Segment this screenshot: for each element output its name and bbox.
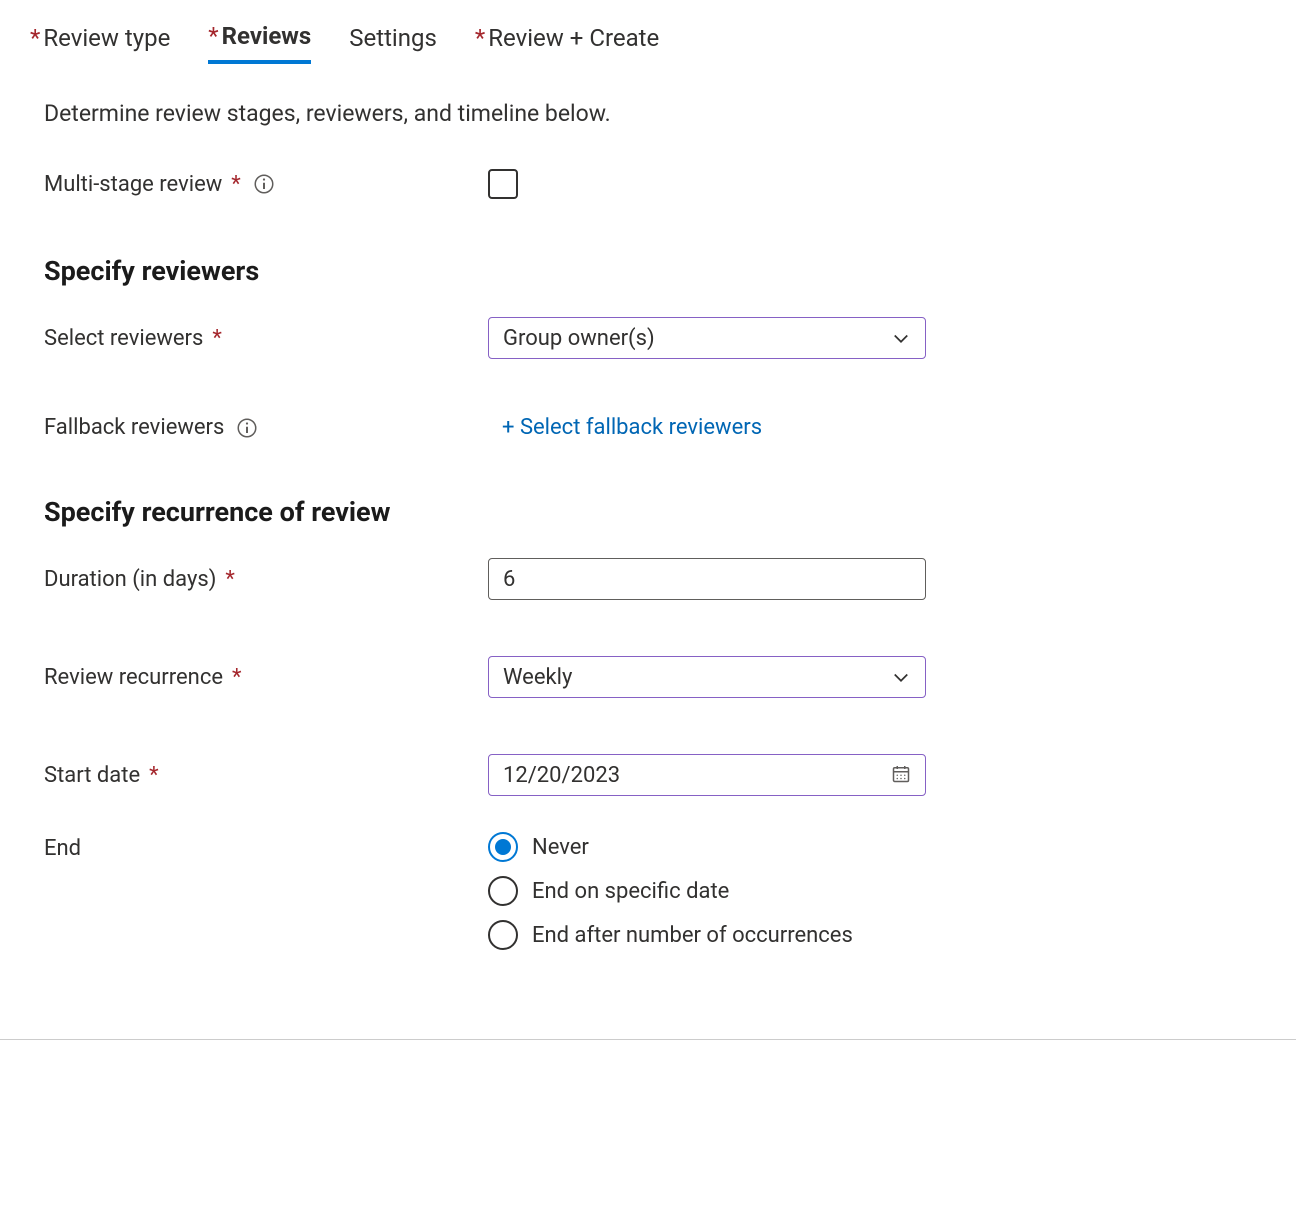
chevron-down-icon: [891, 667, 911, 687]
section-specify-recurrence: Specify recurrence of review: [44, 496, 1266, 528]
select-fallback-reviewers-link[interactable]: + Select fallback reviewers: [502, 415, 762, 440]
wizard-tabs: * Review type * Reviews Settings * Revie…: [30, 22, 1266, 64]
label-text: Select reviewers: [44, 326, 203, 351]
radio-button: [488, 920, 518, 950]
label-select-reviewers: Select reviewers *: [44, 326, 488, 351]
row-select-reviewers: Select reviewers * Group owner(s): [44, 317, 1266, 359]
select-value: Group owner(s): [503, 326, 655, 351]
wizard-panel: * Review type * Reviews Settings * Revie…: [0, 0, 1296, 1040]
label-duration: Duration (in days) *: [44, 567, 488, 592]
recurrence-dropdown[interactable]: Weekly: [488, 656, 926, 698]
tab-label: Review + Create: [488, 24, 659, 52]
label-fallback-reviewers: Fallback reviewers: [44, 415, 488, 440]
required-asterisk: *: [208, 22, 218, 50]
tab-settings[interactable]: Settings: [349, 22, 437, 64]
required-asterisk: *: [30, 24, 40, 52]
label-recurrence: Review recurrence *: [44, 665, 488, 690]
radio-label: End after number of occurrences: [532, 923, 853, 948]
required-asterisk: *: [231, 172, 240, 197]
label-multi-stage: Multi-stage review *: [44, 172, 488, 197]
radio-option-occurrences[interactable]: End after number of occurrences: [488, 920, 853, 950]
row-start-date: Start date * 12/20/2023: [44, 754, 1266, 796]
end-radio-group: Never End on specific date End after num…: [488, 832, 853, 950]
required-asterisk: *: [232, 665, 241, 690]
label-text: Duration (in days): [44, 567, 216, 592]
start-date-input[interactable]: 12/20/2023: [488, 754, 926, 796]
select-value: Weekly: [503, 665, 572, 690]
label-text: Review recurrence: [44, 665, 223, 690]
radio-option-specific-date[interactable]: End on specific date: [488, 876, 853, 906]
label-text: Multi-stage review: [44, 172, 222, 197]
row-multi-stage: Multi-stage review *: [44, 169, 1266, 199]
tab-review-type[interactable]: * Review type: [30, 22, 170, 64]
radio-button: [488, 832, 518, 862]
required-asterisk: *: [212, 326, 221, 351]
info-icon[interactable]: [253, 173, 275, 195]
section-specify-reviewers: Specify reviewers: [44, 255, 1266, 287]
duration-input[interactable]: [488, 558, 926, 600]
radio-label: Never: [532, 835, 589, 860]
tab-label: Settings: [349, 24, 437, 52]
required-asterisk: *: [149, 763, 158, 788]
tab-review-create[interactable]: * Review + Create: [475, 22, 659, 64]
tab-label: Reviews: [222, 22, 312, 50]
chevron-down-icon: [891, 328, 911, 348]
row-end: End Never End on specific date End after…: [44, 832, 1266, 950]
tab-reviews[interactable]: * Reviews: [208, 22, 311, 64]
row-duration: Duration (in days) *: [44, 558, 1266, 600]
tab-label: Review type: [43, 24, 170, 52]
date-value: 12/20/2023: [503, 763, 620, 788]
select-reviewers-dropdown[interactable]: Group owner(s): [488, 317, 926, 359]
radio-option-never[interactable]: Never: [488, 832, 853, 862]
required-asterisk: *: [225, 567, 234, 592]
required-asterisk: *: [475, 24, 485, 52]
intro-text: Determine review stages, reviewers, and …: [44, 100, 1266, 127]
multi-stage-checkbox[interactable]: [488, 169, 518, 199]
row-fallback-reviewers: Fallback reviewers + Select fallback rev…: [44, 415, 1266, 440]
row-recurrence: Review recurrence * Weekly: [44, 656, 1266, 698]
calendar-icon: [891, 764, 913, 786]
info-icon[interactable]: [236, 417, 258, 439]
label-text: Start date: [44, 763, 140, 788]
label-text: End: [44, 836, 81, 861]
label-end: End: [44, 832, 488, 861]
radio-button: [488, 876, 518, 906]
label-start-date: Start date *: [44, 763, 488, 788]
label-text: Fallback reviewers: [44, 415, 224, 440]
radio-label: End on specific date: [532, 879, 729, 904]
